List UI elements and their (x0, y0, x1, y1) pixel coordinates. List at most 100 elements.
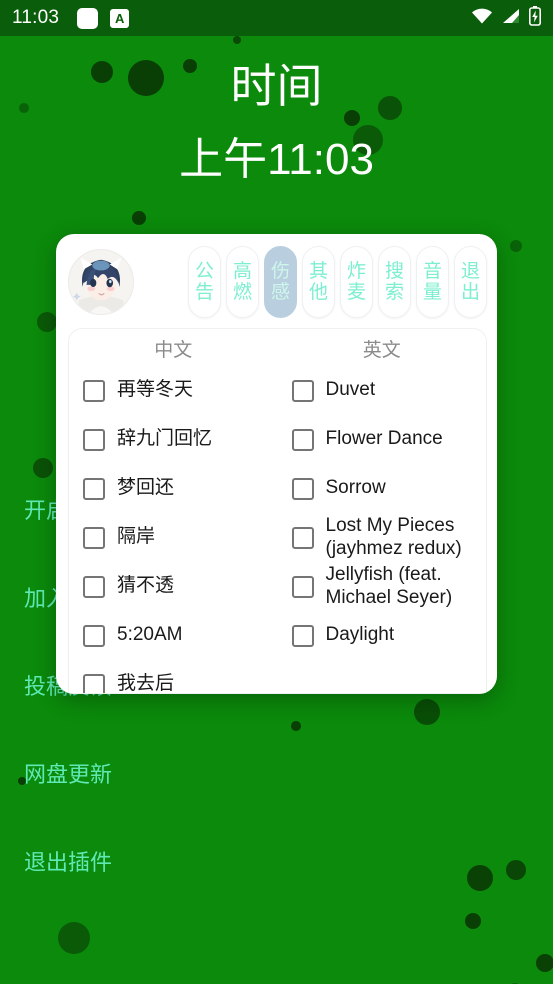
tab-伤感[interactable]: 伤感 (264, 246, 297, 318)
rounded-square-icon (77, 7, 99, 29)
song-label: Jellyfish (feat. Michael Seyer) (325, 564, 453, 608)
song-checkbox[interactable] (291, 428, 314, 451)
tab-label-char: 告 (194, 282, 214, 303)
song-row[interactable]: Flower Dance (291, 415, 479, 464)
song-label: 5:20AM (117, 624, 183, 646)
tab-label-char: 伤 (270, 260, 290, 282)
column-headers: 中文 英文 (69, 329, 486, 362)
song-row[interactable]: 我去后 (83, 660, 270, 693)
tab-音量[interactable]: 音量 (416, 246, 449, 318)
bubble (506, 860, 526, 880)
cellular-signal-icon (502, 8, 520, 29)
tab-label-char: 量 (422, 282, 442, 303)
bubble (233, 36, 241, 44)
song-row[interactable]: Sorrow (291, 464, 479, 513)
bubble (132, 211, 146, 225)
tab-高燃[interactable]: 高燃 (226, 246, 259, 318)
tab-退出[interactable]: 退出 (454, 246, 487, 318)
song-checkbox[interactable] (291, 477, 314, 500)
dialog-header: 公告高燃伤感其他炸麦搜索音量退出 (56, 234, 497, 326)
bubble (33, 458, 53, 478)
clock-time: 上午11:03 (179, 134, 374, 184)
song-label: Lost My Pieces (jayhmez redux) (325, 515, 462, 559)
song-label: Sorrow (325, 477, 386, 499)
tab-label-char: 其 (308, 260, 328, 282)
song-columns: 再等冬天辞九门回忆梦回还隔岸猜不透 5:20AM 我去后 Duvet Flower Da… (69, 362, 486, 693)
song-list-panel: 中文 英文 再等冬天辞九门回忆梦回还隔岸猜不透 5:20AM 我去后 Duvet Flow… (68, 328, 487, 694)
tab-label-char: 麦 (346, 282, 366, 303)
avatar[interactable] (68, 249, 134, 315)
song-checkbox[interactable] (291, 526, 314, 549)
song-checkbox[interactable] (83, 428, 105, 451)
song-checkbox[interactable] (83, 379, 105, 402)
bubble (510, 240, 522, 252)
song-label: 梦回还 (117, 477, 175, 499)
song-label: 隔岸 (117, 526, 156, 548)
column-header: 英文 (362, 340, 401, 361)
clock-title: 时间 (230, 60, 323, 112)
bubble (465, 913, 481, 929)
song-label: Duvet (325, 379, 376, 401)
song-label: Daylight (325, 624, 395, 646)
song-checkbox[interactable] (83, 477, 105, 500)
song-label: 再等冬天 (117, 379, 194, 401)
bubble (37, 312, 57, 332)
tab-label-char: 燃 (232, 282, 252, 303)
song-row[interactable]: Daylight (291, 611, 479, 660)
tab-label-char: 出 (460, 282, 480, 303)
song-row[interactable]: 辞九门回忆 (83, 415, 270, 464)
song-label: 猜不透 (117, 575, 175, 597)
tab-label-char: 感 (270, 282, 290, 303)
tab-公告[interactable]: 公告 (188, 246, 221, 318)
battery-charging-icon (529, 5, 541, 31)
song-checkbox[interactable] (291, 379, 314, 402)
song-selector-dialog: 公告高燃伤感其他炸麦搜索音量退出 中文 英文 再等冬天 辞九门回忆 梦回还 隔岸 猜不透 5… (56, 234, 497, 694)
song-checkbox[interactable] (83, 624, 105, 647)
tab-炸麦[interactable]: 炸麦 (340, 246, 373, 318)
song-label: 我去后 (117, 673, 175, 693)
tab-label-char: 退 (460, 260, 480, 282)
song-row[interactable]: Duvet (291, 366, 479, 415)
status-bar-clock: 11:03 (12, 7, 60, 28)
tab-label-char: 搜 (384, 260, 404, 282)
bubble (467, 865, 493, 891)
song-column: Duvet Flower Dance Sorrow Lost My Pieces (j… (278, 366, 487, 693)
clock-widget: 时间 上午11:03 (0, 60, 553, 185)
wifi-icon (471, 8, 493, 29)
song-row[interactable]: 再等冬天 (83, 366, 270, 415)
bubble (536, 954, 553, 972)
song-label: 辞九门回忆 (117, 428, 213, 450)
phone-screen: 11:03 A 时间 上午11:03 开启加入投稿反馈网盘 (0, 0, 553, 984)
song-checkbox[interactable] (291, 624, 314, 647)
tab-label-char: 音 (422, 260, 442, 282)
status-bar: 11:03 A (0, 0, 553, 36)
song-row[interactable]: Jellyfish (feat. Michael Seyer) (291, 562, 479, 611)
song-column: 再等冬天辞九门回忆梦回还隔岸猜不透 5:20AM 我去后 (69, 366, 278, 693)
bubble (291, 721, 301, 731)
song-row[interactable]: Lost My Pieces (jayhmez redux) (291, 513, 479, 562)
status-bar-system-icons (471, 5, 541, 31)
tab-其他[interactable]: 其他 (302, 246, 335, 318)
tab-label-char: 他 (308, 282, 328, 303)
tab-搜索[interactable]: 搜索 (378, 246, 411, 318)
sidemenu-item[interactable]: 网盘更新 (24, 764, 112, 786)
song-checkbox[interactable] (83, 575, 105, 598)
tab-label-char: 索 (384, 282, 404, 303)
column-header: 中文 (154, 340, 193, 361)
tab-label-char: 炸 (346, 260, 366, 282)
song-checkbox[interactable] (83, 673, 105, 693)
tab-label-char: 公 (194, 260, 214, 282)
song-checkbox[interactable] (83, 526, 105, 549)
sidemenu-item[interactable]: 退出插件 (24, 852, 112, 874)
category-tabs[interactable]: 公告高燃伤感其他炸麦搜索音量退出 (140, 246, 487, 318)
song-label: Flower Dance (325, 428, 443, 450)
song-row[interactable]: 隔岸 (83, 513, 270, 562)
bubble (414, 699, 440, 725)
tab-label-char: 高 (232, 260, 252, 282)
app-a-icon: A (110, 8, 130, 28)
song-row[interactable]: 梦回还 (83, 464, 270, 513)
song-row[interactable]: 5:20AM (83, 611, 270, 660)
song-row[interactable]: 猜不透 (83, 562, 270, 611)
status-bar-notification-icons: A (77, 7, 130, 29)
song-checkbox[interactable] (291, 575, 314, 598)
